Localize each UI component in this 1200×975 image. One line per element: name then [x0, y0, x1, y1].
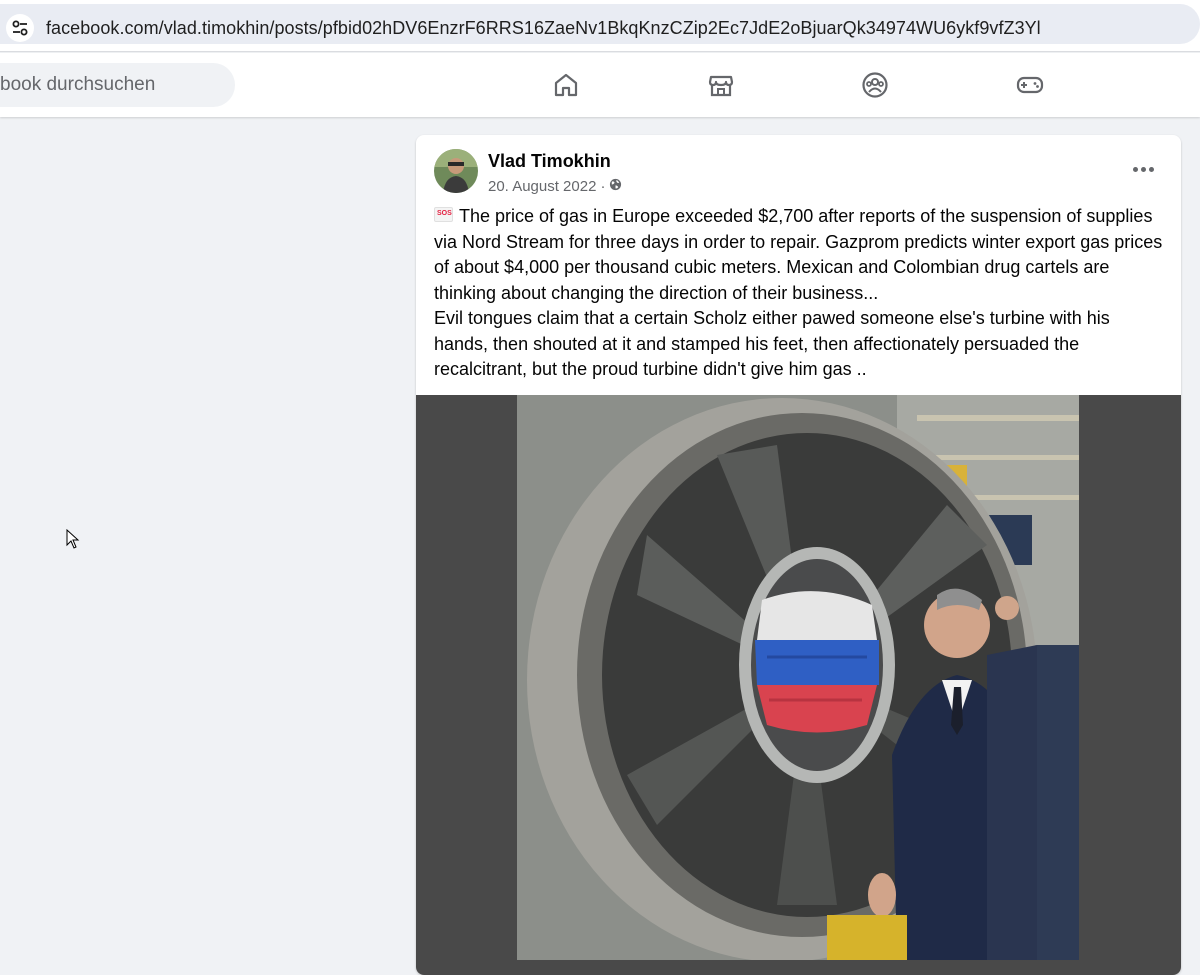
post-photo[interactable] — [517, 395, 1079, 960]
tune-icon[interactable] — [6, 14, 34, 42]
facebook-top-nav — [0, 53, 1200, 117]
post-date[interactable]: 20. August 2022 — [488, 178, 596, 195]
search-input[interactable] — [0, 63, 220, 107]
post-meta: 20. August 2022 · — [488, 178, 622, 195]
home-icon[interactable] — [548, 67, 584, 103]
browser-address-bar: facebook.com/vlad.timokhin/posts/pfbid02… — [0, 0, 1200, 52]
search-box[interactable] — [0, 63, 235, 107]
marketplace-icon[interactable] — [703, 67, 739, 103]
post-media[interactable] — [416, 395, 1181, 975]
groups-icon[interactable] — [857, 67, 893, 103]
address-field[interactable]: facebook.com/vlad.timokhin/posts/pfbid02… — [0, 4, 1200, 44]
meta-separator: · — [600, 178, 606, 195]
post-paragraph-1-text: The price of gas in Europe exceeded $2,7… — [434, 206, 1163, 303]
post-card: Vlad Timokhin 20. August 2022 · SOS The p… — [416, 135, 1181, 975]
post-text: SOS The price of gas in Europe exceeded $… — [434, 204, 1166, 383]
post-paragraph-2: Evil tongues claim that a certain Scholz… — [434, 308, 1110, 379]
post-paragraph-1: SOS The price of gas in Europe exceeded $… — [434, 204, 1166, 306]
more-options-button[interactable] — [1127, 155, 1159, 183]
mouse-cursor-icon — [66, 529, 80, 549]
gaming-icon[interactable] — [1012, 67, 1048, 103]
avatar[interactable] — [434, 149, 478, 193]
globe-icon — [609, 178, 622, 195]
url-text[interactable]: facebook.com/vlad.timokhin/posts/pfbid02… — [46, 18, 1041, 39]
author-name[interactable]: Vlad Timokhin — [488, 151, 611, 172]
sos-icon: SOS — [434, 207, 453, 222]
